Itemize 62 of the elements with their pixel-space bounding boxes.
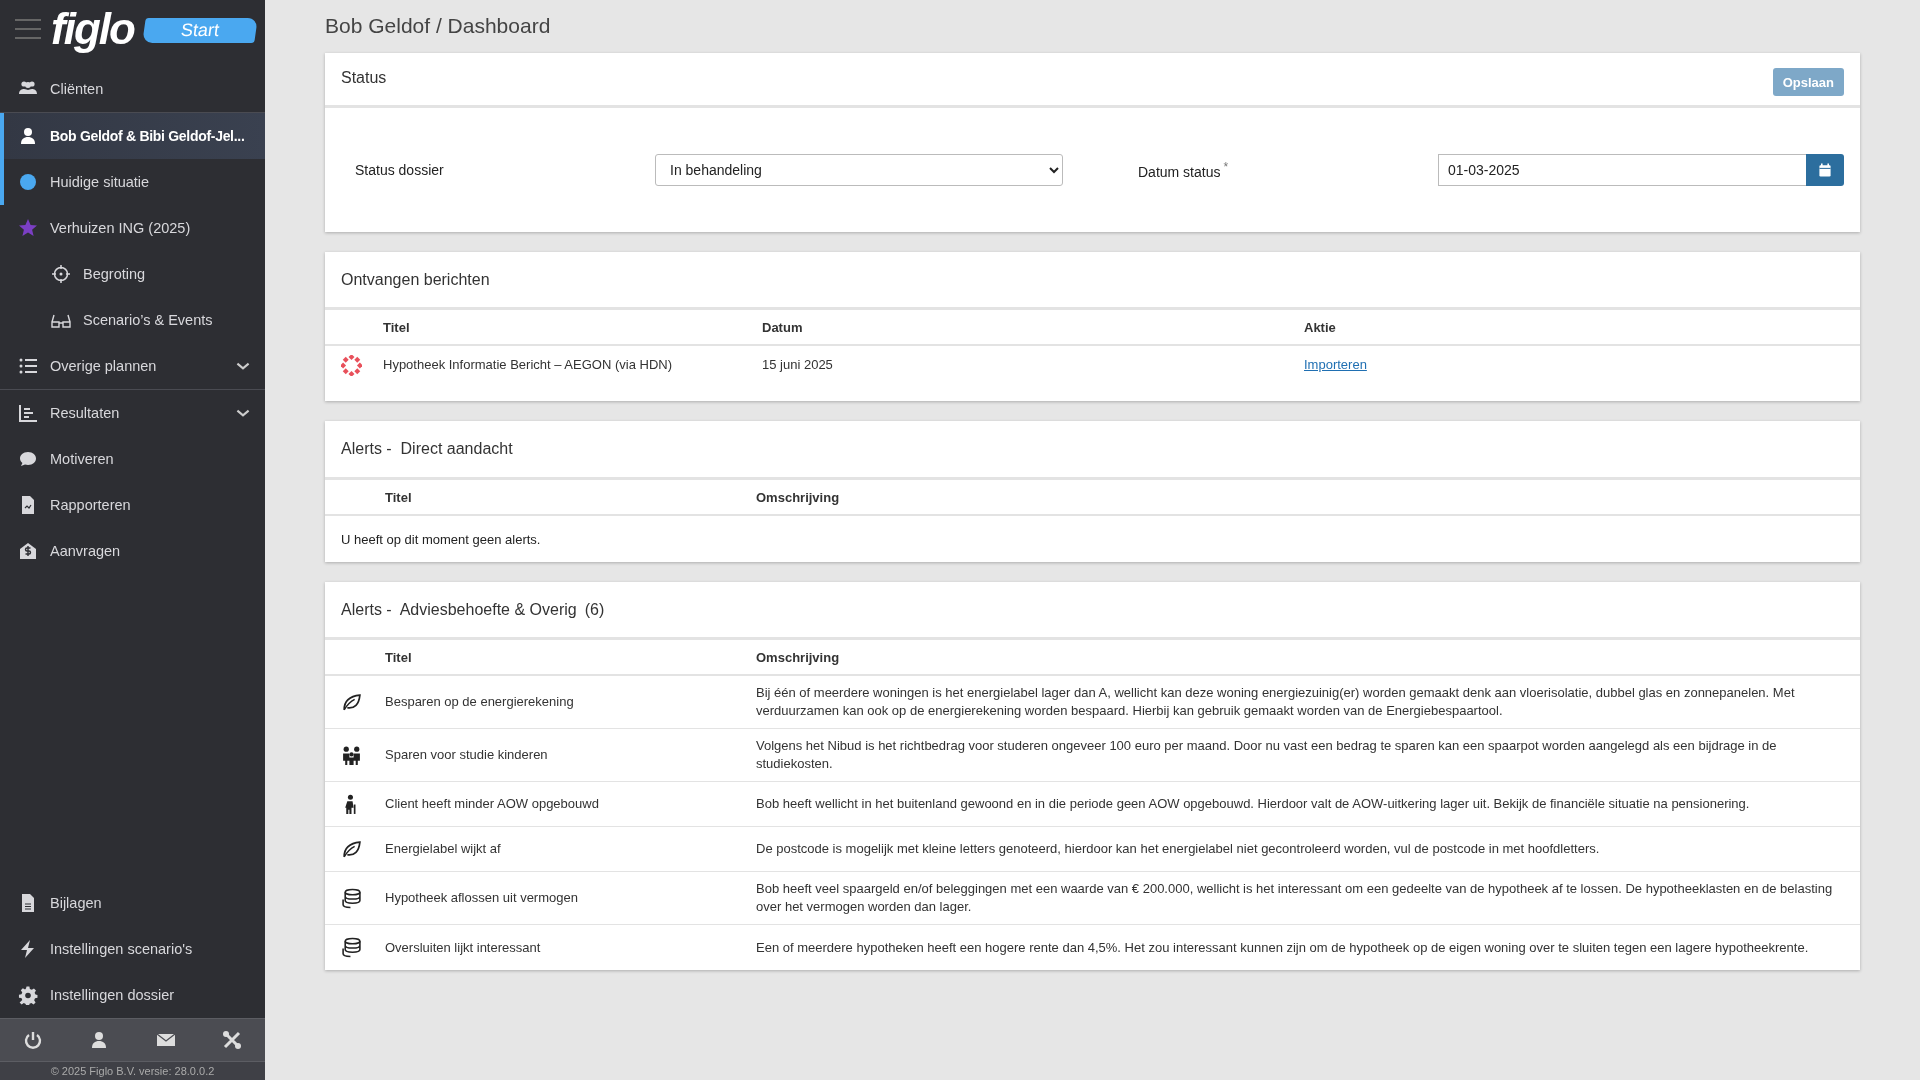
alert-description: De postcode is mogelijk met kleine letters genoteerd, hierdoor kan het energielabel niet gecontroleerd worden, vul de postcode in met hoofdletters. bbox=[756, 840, 1601, 858]
speech-bubble-icon bbox=[18, 449, 38, 469]
flower-icon bbox=[341, 355, 362, 376]
empty-message: U heeft op dit moment geen alerts. bbox=[341, 531, 541, 547]
alert-description: Bob heeft veel spaargeld en/of beleggingen met een waarde van € 200.000, wellicht is het interessant om een gedeelte van de hypotheek af te lossen. De hypotheeklasten en de belasting over het vermogen worden dan lager. bbox=[756, 880, 1834, 916]
sidebar-item[interactable]: Huidige situatie bbox=[0, 159, 265, 205]
sidebar-item[interactable]: Bijlagen bbox=[0, 880, 265, 926]
status-dropdown[interactable]: In behandeling bbox=[655, 154, 1063, 186]
tools-button[interactable] bbox=[221, 1030, 242, 1050]
alert-title: Hypotheek aflossen uit vermogen bbox=[385, 889, 579, 907]
crosshair-icon bbox=[51, 264, 71, 284]
alert-title: Client heeft minder AOW opgebouwd bbox=[385, 795, 600, 813]
copyright-text: © 2025 Figlo B.V. versie: 28.0.0.2 bbox=[0, 1061, 265, 1080]
sidebar-item[interactable]: Resultaten bbox=[0, 390, 265, 436]
sidebar-item[interactable]: Overige plannen bbox=[0, 343, 265, 389]
alert-description: Bij één of meerdere woningen is het energielabel lager dan A, wellicht kan deze woning energiezuinig(er) worden gemaakt denk aan vloerisolatie, dubbel glas en zonnepanelen. Met verduurzamen kan ook op de energierekening worden bespaard. Hierbij kan gebruik gemaakt worden van de Energiebespaartool. bbox=[756, 684, 1796, 720]
alert-description: Volgens het Nibud is het richtbedrag voor studeren ongeveer 100 euro per maand. Door nu vast een bedrag te sparen kan een spaarpot worden aangelegd als een bijdrage in de studiekosten. bbox=[756, 737, 1778, 773]
sidebar-item[interactable]: Verhuizen ING (2025) bbox=[0, 205, 265, 251]
coin-stack-icon bbox=[341, 937, 362, 958]
alert-description: Bob heeft wellicht in het buitenland gewoond en in die periode geen AOW opgebouwd. Hierdoor valt de AOW-uitkering lager uit. Bekijk de financiële situatie na pensionering. bbox=[756, 795, 1751, 813]
alert-title: Besparen op de energierekening bbox=[385, 693, 575, 711]
sidebar-item[interactable]: Rapporteren bbox=[0, 482, 265, 528]
card-title: Alerts - Direct aandacht bbox=[341, 440, 514, 458]
settings-icon bbox=[18, 985, 38, 1005]
table-cell-text: Hypotheek Informatie Bericht – AEGON (via HDN) bbox=[383, 357, 673, 372]
card-title: Alerts - Adviesbehoefte & Overig (6) bbox=[341, 600, 605, 619]
card-title: Status bbox=[341, 69, 388, 87]
column-header: Aktie bbox=[1304, 319, 1337, 335]
column-header: Titel bbox=[385, 649, 413, 665]
table-cell-text: 15 juni 2025 bbox=[762, 357, 834, 372]
alert-title: Energielabel wijkt af bbox=[385, 840, 502, 858]
sidebar-item[interactable]: Cliënten bbox=[0, 66, 265, 112]
import-link[interactable]: Importeren bbox=[1304, 357, 1367, 372]
date-field[interactable]: 01-03-2025 bbox=[1438, 154, 1806, 186]
alert-title: Sparen voor studie kinderen bbox=[385, 746, 549, 764]
list-icon bbox=[18, 356, 38, 376]
card-title: Ontvangen berichten bbox=[341, 270, 491, 289]
column-header: Datum bbox=[762, 319, 804, 335]
envelope-icon bbox=[18, 541, 38, 561]
column-header: Omschrijving bbox=[756, 489, 841, 505]
column-header: Omschrijving bbox=[756, 649, 841, 665]
sidebar-item[interactable]: Scenario’s & Events bbox=[0, 297, 265, 343]
sidebar-item[interactable]: Instellingen dossier bbox=[0, 972, 265, 1018]
sidebar-item[interactable]: Instellingen scenario's bbox=[0, 926, 265, 972]
logo: figlo bbox=[51, 7, 134, 51]
calendar-icon bbox=[1817, 162, 1833, 178]
page-title: Bob Geldof / Dashboard bbox=[325, 13, 552, 39]
sidebar-item[interactable]: Begroting bbox=[0, 251, 265, 297]
person-icon bbox=[18, 126, 38, 146]
column-header: Titel bbox=[383, 319, 411, 335]
field-label: Status dossier bbox=[355, 162, 445, 178]
power-button[interactable] bbox=[23, 1030, 44, 1050]
alert-description: Een of meerdere hypotheken heeft een hogere rente dan 4,5%. Het zou interessant kunnen zijn om de hypotheek op de eigen woning over te sluiten tegen een lagere hypotheekrente. bbox=[756, 938, 1810, 957]
alert-title: Oversluiten lijkt interessant bbox=[385, 938, 542, 957]
coin-stack-icon bbox=[341, 887, 362, 909]
column-header: Titel bbox=[385, 489, 413, 505]
sidebar-item[interactable]: Bob Geldof & Bibi Geldof-Jel... bbox=[0, 113, 265, 159]
chart-icon bbox=[18, 403, 38, 423]
field-label: Datum status $^{*}$ bbox=[1138, 160, 1230, 180]
calendar-button[interactable] bbox=[1806, 154, 1844, 186]
sidebar-item[interactable]: Aanvragen bbox=[0, 528, 265, 574]
sidebar-item[interactable]: Motiveren bbox=[0, 436, 265, 482]
